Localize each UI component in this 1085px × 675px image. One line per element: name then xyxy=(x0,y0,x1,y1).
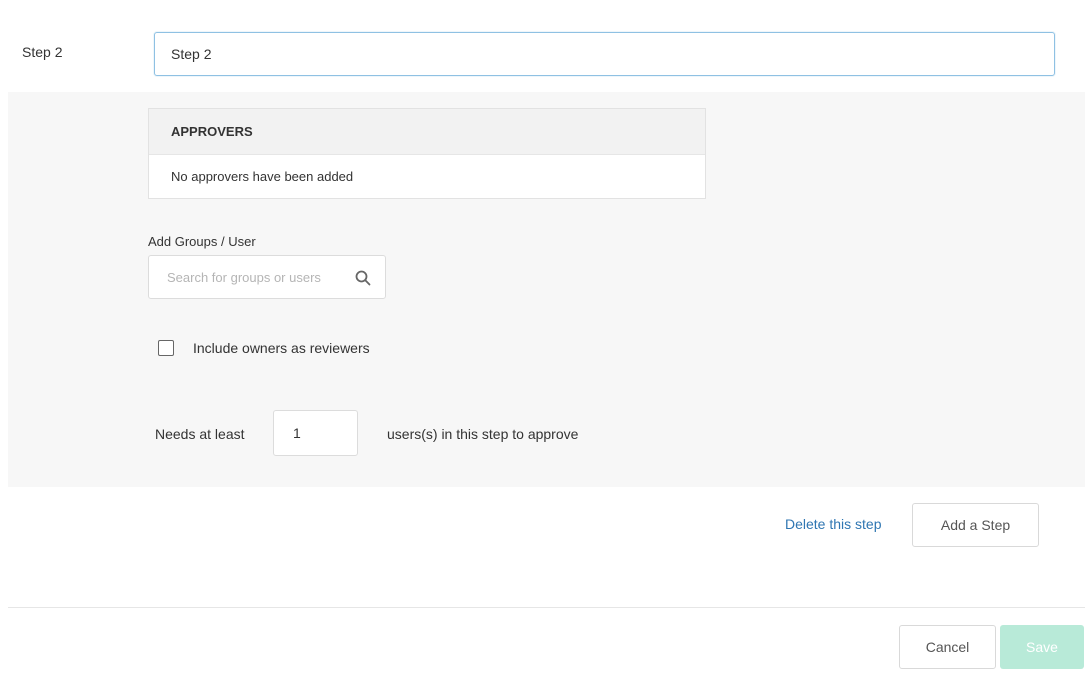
approver-count-input[interactable] xyxy=(273,410,358,456)
approvers-empty-message: No approvers have been added xyxy=(171,169,354,184)
search-icon[interactable] xyxy=(354,269,372,287)
delete-step-link[interactable]: Delete this step xyxy=(785,516,882,532)
save-button[interactable]: Save xyxy=(1000,625,1084,669)
step-name-input[interactable] xyxy=(154,32,1055,76)
cancel-button[interactable]: Cancel xyxy=(899,625,996,669)
approvers-panel: APPROVERS No approvers have been added xyxy=(148,108,706,199)
step-label: Step 2 xyxy=(22,44,63,60)
add-groups-label: Add Groups / User xyxy=(148,234,256,249)
include-owners-checkbox[interactable] xyxy=(158,340,174,356)
include-owners-row: Include owners as reviewers xyxy=(158,338,370,358)
step-name-row: Step 2 xyxy=(0,0,1085,92)
add-step-button[interactable]: Add a Step xyxy=(912,503,1039,547)
search-field[interactable] xyxy=(148,255,386,299)
approvers-header: APPROVERS xyxy=(149,109,705,155)
needs-suffix-label: users(s) in this step to approve xyxy=(387,426,579,442)
search-input[interactable] xyxy=(149,256,349,298)
include-owners-label[interactable]: Include owners as reviewers xyxy=(193,340,370,356)
footer-divider xyxy=(8,607,1085,608)
needs-at-least-label: Needs at least xyxy=(155,426,245,442)
